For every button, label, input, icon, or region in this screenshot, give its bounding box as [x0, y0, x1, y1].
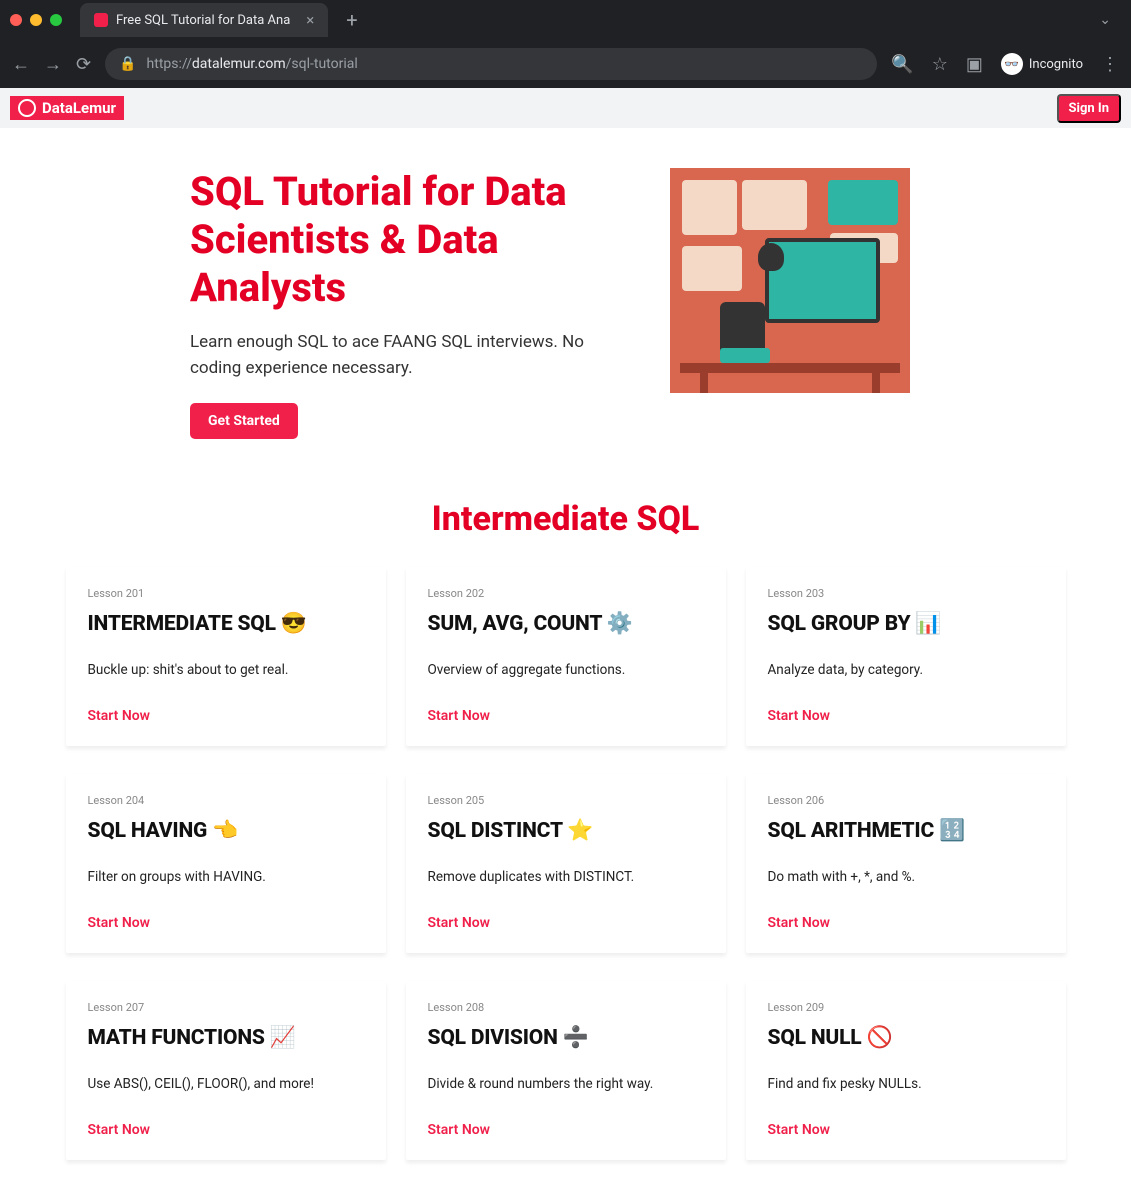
lesson-card[interactable]: Lesson 207 MATH FUNCTIONS 📈 Use ABS(), CEI… [66, 981, 386, 1160]
back-button[interactable]: ← [12, 54, 30, 75]
lesson-description: Filter on groups with HAVING. [88, 869, 364, 885]
start-now-link[interactable]: Start Now [768, 708, 1044, 724]
lesson-card[interactable]: Lesson 205 SQL DISTINCT ⭐ Remove duplicate… [406, 774, 726, 953]
lesson-number: Lesson 207 [88, 1001, 364, 1014]
url-host: datalemur.com [192, 56, 286, 72]
lesson-card[interactable]: Lesson 206 SQL ARITHMETIC 🔢 Do math with +… [746, 774, 1066, 953]
start-now-link[interactable]: Start Now [88, 1122, 364, 1138]
hero-title: SQL Tutorial for Data Scientists & Data … [190, 168, 610, 312]
tabs-dropdown-icon[interactable]: ⌄ [1089, 8, 1121, 32]
lesson-number: Lesson 205 [428, 794, 704, 807]
lesson-description: Analyze data, by category. [768, 662, 1044, 678]
bookmark-icon[interactable]: ☆ [932, 54, 948, 75]
lesson-card[interactable]: Lesson 208 SQL DIVISION ➗ Divide & round n… [406, 981, 726, 1160]
url-protocol: https:// [147, 56, 192, 72]
lesson-title: SQL GROUP BY 📊 [768, 612, 1044, 636]
hero-section: SQL Tutorial for Data Scientists & Data … [0, 128, 1131, 469]
lesson-title: MATH FUNCTIONS 📈 [88, 1026, 364, 1050]
favicon-icon [94, 13, 108, 27]
start-now-link[interactable]: Start Now [88, 915, 364, 931]
lesson-card[interactable]: Lesson 202 SUM, AVG, COUNT ⚙️ Overview of … [406, 567, 726, 746]
start-now-link[interactable]: Start Now [768, 915, 1044, 931]
lesson-description: Find and fix pesky NULLs. [768, 1076, 1044, 1092]
lesson-description: Overview of aggregate functions. [428, 662, 704, 678]
close-window-icon[interactable] [10, 14, 22, 26]
lesson-description: Buckle up: shit's about to get real. [88, 662, 364, 678]
kebab-menu-icon[interactable]: ⋮ [1101, 54, 1119, 75]
browser-chrome: Free SQL Tutorial for Data Ana × + ⌄ ← →… [0, 0, 1131, 88]
window-controls [10, 14, 62, 26]
incognito-icon: 👓 [1001, 53, 1023, 75]
hero-illustration [670, 168, 910, 393]
close-tab-icon[interactable]: × [306, 11, 314, 29]
lesson-description: Use ABS(), CEIL(), FLOOR(), and more! [88, 1076, 364, 1092]
start-now-link[interactable]: Start Now [428, 1122, 704, 1138]
lesson-number: Lesson 209 [768, 1001, 1044, 1014]
lesson-title: SQL NULL 🚫 [768, 1026, 1044, 1050]
start-now-link[interactable]: Start Now [428, 915, 704, 931]
minimize-window-icon[interactable] [30, 14, 42, 26]
lesson-card[interactable]: Lesson 209 SQL NULL 🚫 Find and fix pesky N… [746, 981, 1066, 1160]
site-header: DataLemur Sign In [0, 88, 1131, 128]
browser-tab[interactable]: Free SQL Tutorial for Data Ana × [80, 3, 328, 37]
forward-button[interactable]: → [44, 54, 62, 75]
section-title: Intermediate SQL [0, 499, 1131, 539]
lesson-number: Lesson 203 [768, 587, 1044, 600]
side-panel-icon[interactable]: ▣ [966, 54, 983, 75]
start-now-link[interactable]: Start Now [768, 1122, 1044, 1138]
search-icon[interactable]: 🔍 [891, 54, 913, 75]
lesson-description: Do math with +, *, and %. [768, 869, 1044, 885]
lesson-number: Lesson 201 [88, 587, 364, 600]
lesson-number: Lesson 206 [768, 794, 1044, 807]
incognito-label: Incognito [1029, 57, 1083, 72]
tab-title: Free SQL Tutorial for Data Ana [116, 13, 290, 28]
brand-logo[interactable]: DataLemur [10, 96, 124, 120]
lesson-number: Lesson 204 [88, 794, 364, 807]
lesson-number: Lesson 208 [428, 1001, 704, 1014]
new-tab-button[interactable]: + [336, 4, 367, 36]
lesson-title: SUM, AVG, COUNT ⚙️ [428, 612, 704, 636]
lesson-card[interactable]: Lesson 204 SQL HAVING 👈 Filter on groups w… [66, 774, 386, 953]
lesson-title: SQL DIVISION ➗ [428, 1026, 704, 1050]
lesson-title: SQL ARITHMETIC 🔢 [768, 819, 1044, 843]
sign-in-button[interactable]: Sign In [1057, 94, 1121, 123]
lesson-title: SQL HAVING 👈 [88, 819, 364, 843]
url-bar[interactable]: 🔒 https://datalemur.com/sql-tutorial [105, 48, 877, 80]
lock-icon: 🔒 [119, 56, 136, 72]
start-now-link[interactable]: Start Now [88, 708, 364, 724]
lesson-number: Lesson 202 [428, 587, 704, 600]
brand-name: DataLemur [42, 99, 116, 117]
incognito-badge: 👓 Incognito [1001, 53, 1083, 75]
lesson-description: Remove duplicates with DISTINCT. [428, 869, 704, 885]
lesson-title: SQL DISTINCT ⭐ [428, 819, 704, 843]
reload-button[interactable]: ⟳ [76, 54, 91, 75]
get-started-button[interactable]: Get Started [190, 403, 298, 439]
lesson-title: INTERMEDIATE SQL 😎 [88, 612, 364, 636]
lesson-card[interactable]: Lesson 201 INTERMEDIATE SQL 😎 Buckle up: s… [66, 567, 386, 746]
lesson-description: Divide & round numbers the right way. [428, 1076, 704, 1092]
start-now-link[interactable]: Start Now [428, 708, 704, 724]
lemur-icon [18, 99, 36, 117]
lesson-card[interactable]: Lesson 203 SQL GROUP BY 📊 Analyze data, by… [746, 567, 1066, 746]
maximize-window-icon[interactable] [50, 14, 62, 26]
url-path: /sql-tutorial [286, 56, 358, 72]
hero-subtitle: Learn enough SQL to ace FAANG SQL interv… [190, 330, 610, 381]
lessons-grid: Lesson 201 INTERMEDIATE SQL 😎 Buckle up: s… [0, 567, 1131, 1200]
